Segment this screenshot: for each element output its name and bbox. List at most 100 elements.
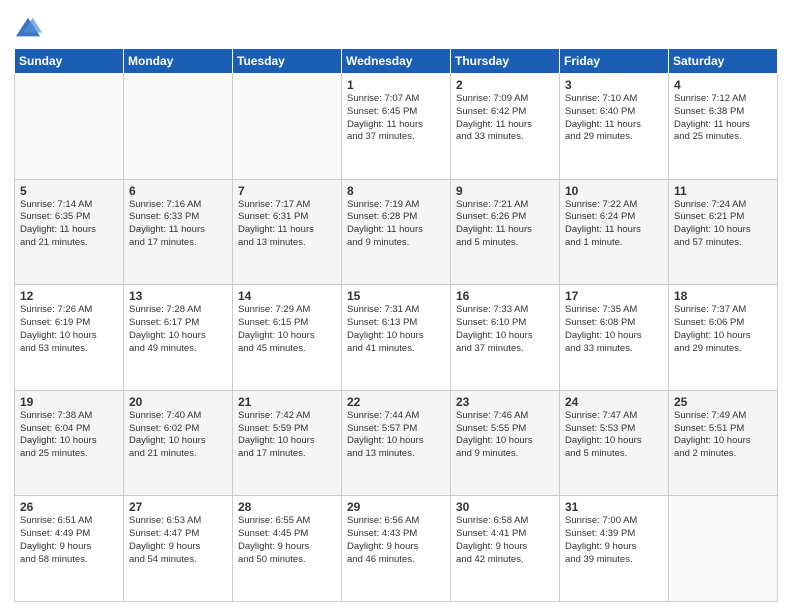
calendar-day-8: 8Sunrise: 7:19 AM Sunset: 6:28 PM Daylig… [342,179,451,285]
day-info: Sunrise: 7:09 AM Sunset: 6:42 PM Dayligh… [456,93,554,144]
calendar-day-27: 27Sunrise: 6:53 AM Sunset: 4:47 PM Dayli… [124,496,233,602]
day-number: 20 [129,395,227,409]
day-info: Sunrise: 7:07 AM Sunset: 6:45 PM Dayligh… [347,93,445,144]
calendar-day-28: 28Sunrise: 6:55 AM Sunset: 4:45 PM Dayli… [233,496,342,602]
calendar-day-21: 21Sunrise: 7:42 AM Sunset: 5:59 PM Dayli… [233,390,342,496]
day-info: Sunrise: 7:10 AM Sunset: 6:40 PM Dayligh… [565,93,663,144]
calendar-header-row: SundayMondayTuesdayWednesdayThursdayFrid… [15,49,778,74]
day-info: Sunrise: 7:35 AM Sunset: 6:08 PM Dayligh… [565,304,663,355]
col-header-sunday: Sunday [15,49,124,74]
day-info: Sunrise: 7:44 AM Sunset: 5:57 PM Dayligh… [347,410,445,461]
day-info: Sunrise: 7:17 AM Sunset: 6:31 PM Dayligh… [238,199,336,250]
col-header-thursday: Thursday [451,49,560,74]
calendar-empty-cell [233,74,342,180]
day-info: Sunrise: 7:29 AM Sunset: 6:15 PM Dayligh… [238,304,336,355]
calendar-day-1: 1Sunrise: 7:07 AM Sunset: 6:45 PM Daylig… [342,74,451,180]
calendar-day-31: 31Sunrise: 7:00 AM Sunset: 4:39 PM Dayli… [560,496,669,602]
calendar-day-30: 30Sunrise: 6:58 AM Sunset: 4:41 PM Dayli… [451,496,560,602]
day-number: 15 [347,289,445,303]
day-number: 29 [347,500,445,514]
day-number: 31 [565,500,663,514]
calendar-empty-cell [669,496,778,602]
day-info: Sunrise: 7:22 AM Sunset: 6:24 PM Dayligh… [565,199,663,250]
day-number: 14 [238,289,336,303]
day-info: Sunrise: 7:19 AM Sunset: 6:28 PM Dayligh… [347,199,445,250]
day-number: 27 [129,500,227,514]
day-number: 3 [565,78,663,92]
day-number: 13 [129,289,227,303]
calendar-week-row: 19Sunrise: 7:38 AM Sunset: 6:04 PM Dayli… [15,390,778,496]
day-info: Sunrise: 7:42 AM Sunset: 5:59 PM Dayligh… [238,410,336,461]
calendar-week-row: 1Sunrise: 7:07 AM Sunset: 6:45 PM Daylig… [15,74,778,180]
header [14,10,778,42]
day-number: 4 [674,78,772,92]
calendar-day-29: 29Sunrise: 6:56 AM Sunset: 4:43 PM Dayli… [342,496,451,602]
day-number: 9 [456,184,554,198]
calendar-empty-cell [124,74,233,180]
col-header-monday: Monday [124,49,233,74]
day-number: 16 [456,289,554,303]
day-number: 22 [347,395,445,409]
day-info: Sunrise: 6:56 AM Sunset: 4:43 PM Dayligh… [347,515,445,566]
day-info: Sunrise: 7:12 AM Sunset: 6:38 PM Dayligh… [674,93,772,144]
calendar-week-row: 12Sunrise: 7:26 AM Sunset: 6:19 PM Dayli… [15,285,778,391]
day-info: Sunrise: 7:26 AM Sunset: 6:19 PM Dayligh… [20,304,118,355]
day-number: 6 [129,184,227,198]
calendar-day-9: 9Sunrise: 7:21 AM Sunset: 6:26 PM Daylig… [451,179,560,285]
day-info: Sunrise: 7:14 AM Sunset: 6:35 PM Dayligh… [20,199,118,250]
day-number: 8 [347,184,445,198]
day-info: Sunrise: 7:46 AM Sunset: 5:55 PM Dayligh… [456,410,554,461]
day-info: Sunrise: 7:31 AM Sunset: 6:13 PM Dayligh… [347,304,445,355]
calendar-day-6: 6Sunrise: 7:16 AM Sunset: 6:33 PM Daylig… [124,179,233,285]
calendar-table: SundayMondayTuesdayWednesdayThursdayFrid… [14,48,778,602]
calendar-day-13: 13Sunrise: 7:28 AM Sunset: 6:17 PM Dayli… [124,285,233,391]
day-number: 10 [565,184,663,198]
day-number: 23 [456,395,554,409]
day-info: Sunrise: 7:37 AM Sunset: 6:06 PM Dayligh… [674,304,772,355]
day-info: Sunrise: 6:58 AM Sunset: 4:41 PM Dayligh… [456,515,554,566]
col-header-wednesday: Wednesday [342,49,451,74]
calendar-day-25: 25Sunrise: 7:49 AM Sunset: 5:51 PM Dayli… [669,390,778,496]
calendar-day-24: 24Sunrise: 7:47 AM Sunset: 5:53 PM Dayli… [560,390,669,496]
day-number: 18 [674,289,772,303]
day-number: 5 [20,184,118,198]
day-info: Sunrise: 6:51 AM Sunset: 4:49 PM Dayligh… [20,515,118,566]
calendar-day-2: 2Sunrise: 7:09 AM Sunset: 6:42 PM Daylig… [451,74,560,180]
calendar-day-3: 3Sunrise: 7:10 AM Sunset: 6:40 PM Daylig… [560,74,669,180]
day-number: 26 [20,500,118,514]
calendar-day-11: 11Sunrise: 7:24 AM Sunset: 6:21 PM Dayli… [669,179,778,285]
calendar-day-15: 15Sunrise: 7:31 AM Sunset: 6:13 PM Dayli… [342,285,451,391]
day-number: 1 [347,78,445,92]
calendar-day-4: 4Sunrise: 7:12 AM Sunset: 6:38 PM Daylig… [669,74,778,180]
calendar-day-19: 19Sunrise: 7:38 AM Sunset: 6:04 PM Dayli… [15,390,124,496]
calendar-week-row: 5Sunrise: 7:14 AM Sunset: 6:35 PM Daylig… [15,179,778,285]
calendar-day-26: 26Sunrise: 6:51 AM Sunset: 4:49 PM Dayli… [15,496,124,602]
day-info: Sunrise: 7:24 AM Sunset: 6:21 PM Dayligh… [674,199,772,250]
calendar-page: SundayMondayTuesdayWednesdayThursdayFrid… [0,0,792,612]
day-number: 2 [456,78,554,92]
calendar-day-22: 22Sunrise: 7:44 AM Sunset: 5:57 PM Dayli… [342,390,451,496]
day-info: Sunrise: 7:33 AM Sunset: 6:10 PM Dayligh… [456,304,554,355]
day-info: Sunrise: 7:28 AM Sunset: 6:17 PM Dayligh… [129,304,227,355]
day-number: 12 [20,289,118,303]
day-info: Sunrise: 6:55 AM Sunset: 4:45 PM Dayligh… [238,515,336,566]
day-number: 11 [674,184,772,198]
day-info: Sunrise: 7:38 AM Sunset: 6:04 PM Dayligh… [20,410,118,461]
calendar-day-23: 23Sunrise: 7:46 AM Sunset: 5:55 PM Dayli… [451,390,560,496]
day-info: Sunrise: 7:21 AM Sunset: 6:26 PM Dayligh… [456,199,554,250]
day-number: 19 [20,395,118,409]
day-number: 7 [238,184,336,198]
calendar-day-20: 20Sunrise: 7:40 AM Sunset: 6:02 PM Dayli… [124,390,233,496]
calendar-day-18: 18Sunrise: 7:37 AM Sunset: 6:06 PM Dayli… [669,285,778,391]
day-number: 25 [674,395,772,409]
calendar-day-10: 10Sunrise: 7:22 AM Sunset: 6:24 PM Dayli… [560,179,669,285]
logo-icon [14,14,42,42]
day-number: 21 [238,395,336,409]
day-info: Sunrise: 7:40 AM Sunset: 6:02 PM Dayligh… [129,410,227,461]
day-number: 30 [456,500,554,514]
day-info: Sunrise: 6:53 AM Sunset: 4:47 PM Dayligh… [129,515,227,566]
calendar-day-17: 17Sunrise: 7:35 AM Sunset: 6:08 PM Dayli… [560,285,669,391]
day-number: 24 [565,395,663,409]
day-info: Sunrise: 7:16 AM Sunset: 6:33 PM Dayligh… [129,199,227,250]
day-number: 28 [238,500,336,514]
